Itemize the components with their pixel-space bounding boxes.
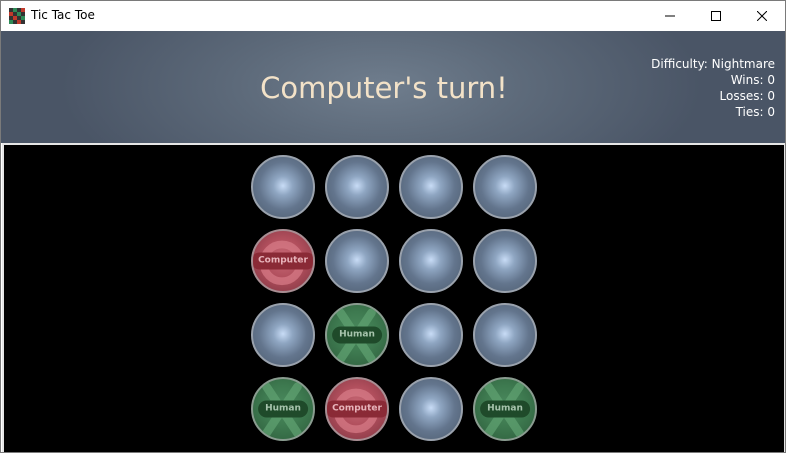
minimize-button[interactable]	[647, 1, 693, 31]
board-cell-3-0[interactable]: Human	[251, 377, 315, 441]
board-cell-2-3[interactable]	[473, 303, 537, 367]
maximize-icon	[711, 11, 721, 21]
cell-owner-label: Computer	[327, 400, 387, 418]
board-cell-3-3[interactable]: Human	[473, 377, 537, 441]
cell-owner-label: Human	[258, 400, 308, 418]
cell-owner-label: Human	[480, 400, 530, 418]
board-cell-2-0[interactable]	[251, 303, 315, 367]
app-window: Tic Tac Toe Computer's turn! Difficulty:…	[0, 0, 786, 453]
board-cell-0-0[interactable]	[251, 155, 315, 219]
board-cell-1-0[interactable]: Computer	[251, 229, 315, 293]
ties-label: Ties: 0	[735, 105, 775, 119]
board-cell-2-1[interactable]: Human	[325, 303, 389, 367]
window-title: Tic Tac Toe	[31, 8, 95, 22]
title-bar[interactable]: Tic Tac Toe	[1, 1, 785, 31]
board-cell-3-1[interactable]: Computer	[325, 377, 389, 441]
maximize-button[interactable]	[693, 1, 739, 31]
cell-owner-label: Human	[332, 326, 382, 344]
losses-label: Losses: 0	[719, 89, 775, 103]
board-cell-0-1[interactable]	[325, 155, 389, 219]
game-board: Computer Human Human Computer Human	[2, 143, 785, 452]
cell-owner-label: Computer	[253, 252, 313, 270]
board-cell-0-2[interactable]	[399, 155, 463, 219]
board-cell-3-2[interactable]	[399, 377, 463, 441]
game-header: Computer's turn! Difficulty: Nightmare W…	[1, 31, 785, 143]
close-button[interactable]	[739, 1, 785, 31]
tic-tac-toe-app-icon	[9, 8, 25, 24]
board-cell-1-3[interactable]	[473, 229, 537, 293]
board-grid: Computer Human Human Computer Human	[251, 155, 541, 451]
close-icon	[757, 11, 767, 21]
board-cell-1-1[interactable]	[325, 229, 389, 293]
score-panel: Difficulty: Nightmare Wins: 0 Losses: 0 …	[651, 56, 775, 120]
board-cell-2-2[interactable]	[399, 303, 463, 367]
difficulty-label: Difficulty: Nightmare	[651, 57, 775, 71]
board-cell-1-2[interactable]	[399, 229, 463, 293]
wins-label: Wins: 0	[730, 73, 775, 87]
board-cell-0-3[interactable]	[473, 155, 537, 219]
minimize-icon	[665, 15, 675, 17]
